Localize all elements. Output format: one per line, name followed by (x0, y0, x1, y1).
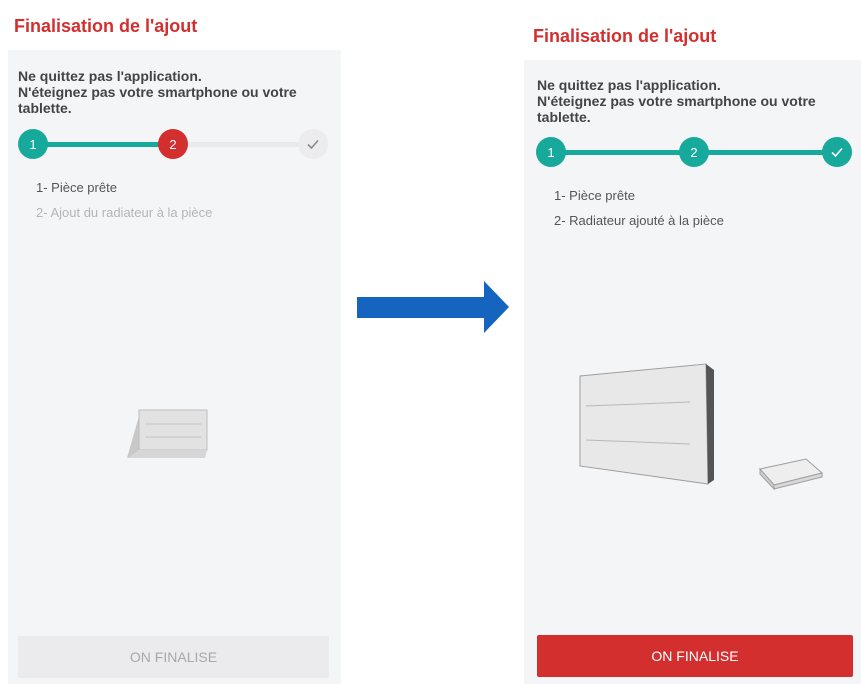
warning-line: Ne quittez pas l'application. (18, 68, 202, 84)
warning-line: N'éteignez pas votre smartphone ou votre (537, 93, 816, 109)
step-1-indicator: 1 (536, 137, 566, 167)
step-1-indicator: 1 (18, 129, 48, 159)
warning-text: Ne quittez pas l'application. N'éteignez… (18, 68, 297, 116)
finalize-button[interactable]: ON FINALISE (537, 635, 853, 677)
check-icon (298, 129, 328, 159)
progress-track-pending (173, 142, 313, 147)
progress-track-done (33, 142, 173, 147)
radiator-illustration (579, 363, 714, 485)
warning-text: Ne quittez pas l'application. N'éteignez… (537, 77, 816, 125)
arrow-right-icon (357, 281, 509, 333)
check-icon (822, 137, 852, 167)
page-title: Finalisation de l'ajout (14, 16, 198, 36)
step-label: 2- Ajout du radiateur à la pièce (36, 205, 213, 220)
page-title: Finalisation de l'ajout (533, 26, 717, 46)
header-strip (8, 44, 341, 50)
gateway-device-illustration (759, 458, 824, 491)
step-label: 2- Radiateur ajouté à la pièce (554, 213, 724, 228)
step-label: 1- Pièce prête (554, 188, 635, 203)
finalize-button[interactable]: ON FINALISE (18, 636, 329, 678)
radiator-illustration (127, 409, 208, 458)
step-2-indicator: 2 (158, 129, 188, 159)
step-label: 1- Pièce prête (36, 180, 117, 195)
warning-line: tablette. (537, 109, 591, 125)
warning-line: tablette. (18, 100, 72, 116)
warning-line: N'éteignez pas votre smartphone ou votre (18, 84, 297, 100)
step-2-indicator: 2 (679, 137, 709, 167)
warning-line: Ne quittez pas l'application. (537, 77, 721, 93)
